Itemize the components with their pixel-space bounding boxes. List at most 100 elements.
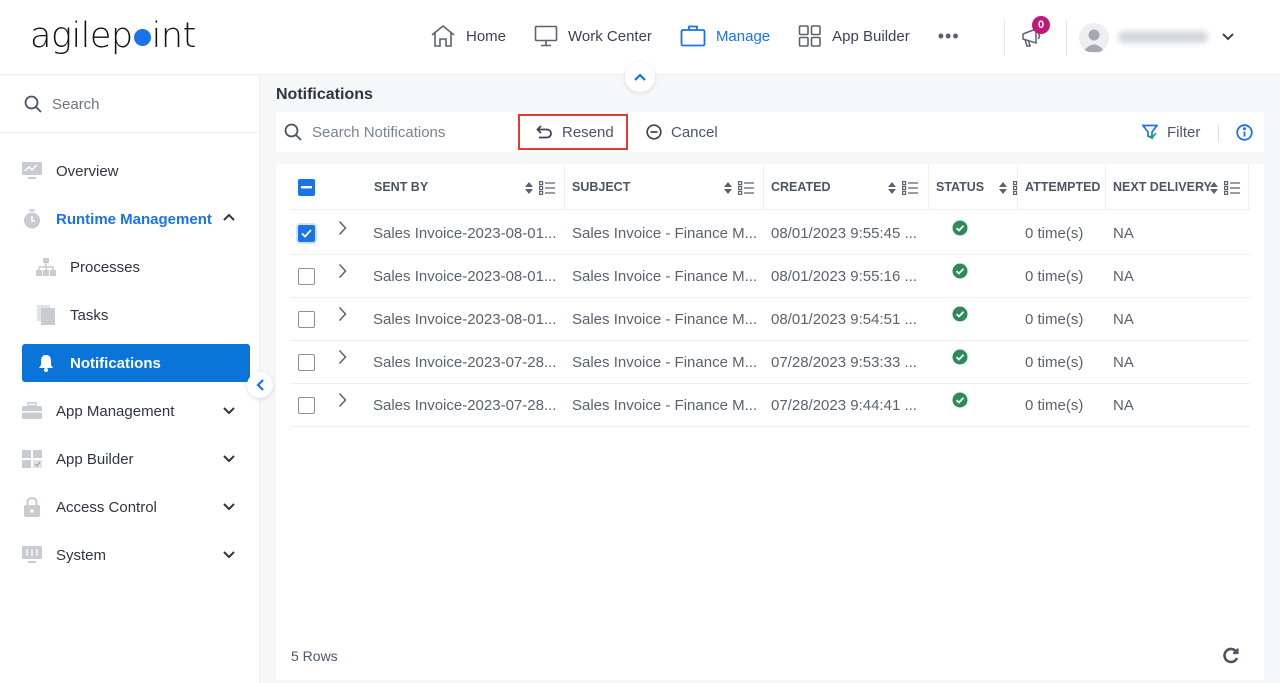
column-header-subject[interactable]: SUBJECT <box>572 164 764 210</box>
status-cell <box>952 335 968 378</box>
select-cell <box>298 212 328 255</box>
search-notifications-input[interactable] <box>312 123 502 141</box>
column-tools <box>724 181 754 195</box>
row-checkbox[interactable] <box>298 397 315 414</box>
success-check-icon <box>952 392 968 407</box>
subject-cell: Sales Invoice - Finance M... <box>572 268 758 285</box>
column-header-created[interactable]: CREATED <box>771 164 928 210</box>
sidebar-item-overview[interactable]: Overview <box>22 152 250 190</box>
search-icon <box>284 123 302 141</box>
row-checkbox[interactable] <box>298 268 315 285</box>
chevron-right-icon <box>338 220 347 235</box>
sidebar-item-system[interactable]: System <box>22 536 250 574</box>
column-header-next-delivery[interactable]: NEXT DELIVERY <box>1113 164 1250 210</box>
column-menu-icon[interactable] <box>1224 181 1240 195</box>
column-tools <box>888 181 918 195</box>
sidebar-item-runtime-management[interactable]: Runtime Management <box>22 200 250 238</box>
table-row[interactable]: Sales Invoice-2023-07-28... Sales Invoice… <box>290 384 1250 427</box>
column-divider[interactable] <box>564 164 565 210</box>
column-menu-icon[interactable] <box>902 181 918 195</box>
column-divider[interactable] <box>1248 164 1249 210</box>
sort-icon[interactable] <box>1210 182 1218 194</box>
sidebar-item-notifications[interactable]: Notifications <box>22 344 250 382</box>
nav-home[interactable]: Home <box>430 24 506 48</box>
select-all-checkbox[interactable] <box>298 178 315 196</box>
sort-icon[interactable] <box>525 182 533 194</box>
expand-row-button[interactable] <box>338 249 358 292</box>
resend-button[interactable]: Resend <box>518 114 628 150</box>
sort-icon[interactable] <box>724 182 732 194</box>
column-label: ATTEMPTED <box>1025 180 1101 194</box>
next-delivery-cell: NA <box>1113 397 1134 414</box>
sidebar-item-app-builder[interactable]: App Builder <box>22 440 250 478</box>
table-row[interactable]: Sales Invoice-2023-07-28... Sales Invoice… <box>290 341 1250 384</box>
sidebar-search[interactable]: Search <box>0 76 259 133</box>
nav-app-builder[interactable]: App Builder <box>798 25 910 47</box>
notification-count-badge: 0 <box>1032 16 1050 34</box>
nav-home-label: Home <box>466 27 507 45</box>
column-divider[interactable] <box>1105 164 1106 210</box>
sidebar-item-access-control[interactable]: Access Control <box>22 488 250 526</box>
nav-manage[interactable]: Manage <box>680 25 770 47</box>
column-header-sent-by[interactable]: SENT BY <box>374 164 565 210</box>
expand-row-button[interactable] <box>338 378 358 421</box>
attempted-cell: 0 time(s) <box>1025 225 1084 242</box>
home-icon <box>431 24 455 47</box>
attempted-cell: 0 time(s) <box>1025 354 1084 371</box>
column-header-attempted[interactable]: ATTEMPTED <box>1025 164 1105 210</box>
sidebar-item-app-management[interactable]: App Management <box>22 392 250 430</box>
more-menu-icon[interactable]: ••• <box>938 26 960 47</box>
announcements-button[interactable]: 0 <box>1020 16 1050 55</box>
logo-text-left: agilep <box>30 16 133 56</box>
cancel-label: Cancel <box>671 123 718 141</box>
cancel-button[interactable]: Cancel <box>646 114 718 150</box>
status-cell <box>952 249 968 292</box>
subject-cell: Sales Invoice - Finance M... <box>572 311 758 328</box>
user-menu-chevron-icon[interactable] <box>1220 30 1236 49</box>
agilepoint-logo[interactable]: agilep int <box>30 16 196 56</box>
column-divider[interactable] <box>763 164 764 210</box>
sidebar-item-label: System <box>56 546 107 564</box>
expand-row-button[interactable] <box>338 292 358 335</box>
nav-work-center[interactable]: Work Center <box>534 25 652 47</box>
stopwatch-icon <box>22 209 42 229</box>
row-checkbox[interactable] <box>298 225 315 242</box>
column-divider[interactable] <box>928 164 929 210</box>
created-cell: 08/01/2023 9:55:16 ... <box>771 268 917 285</box>
refresh-button[interactable] <box>1222 647 1240 670</box>
column-label: STATUS <box>936 180 985 194</box>
sidebar-item-processes[interactable]: Processes <box>22 248 250 286</box>
table-row[interactable]: Sales Invoice-2023-08-01... Sales Invoice… <box>290 298 1250 341</box>
expand-row-button[interactable] <box>338 335 358 378</box>
select-cell <box>298 255 328 298</box>
column-divider[interactable] <box>1017 164 1018 210</box>
sort-icon[interactable] <box>999 182 1007 194</box>
select-cell <box>298 298 328 341</box>
sidebar-item-tasks[interactable]: Tasks <box>22 296 250 334</box>
avatar[interactable] <box>1079 23 1109 53</box>
table-row[interactable]: Sales Invoice-2023-08-01... Sales Invoice… <box>290 212 1250 255</box>
table-row[interactable]: Sales Invoice-2023-08-01... Sales Invoice… <box>290 255 1250 298</box>
sent-by-cell: Sales Invoice-2023-08-01... <box>373 225 557 242</box>
column-menu-icon[interactable] <box>539 181 555 195</box>
row-checkbox[interactable] <box>298 354 315 371</box>
collapse-header-button[interactable] <box>625 62 655 92</box>
created-cell: 08/01/2023 9:55:45 ... <box>771 225 917 242</box>
sidebar-item-label: App Management <box>56 402 175 420</box>
sort-icon[interactable] <box>888 182 896 194</box>
filter-label: Filter <box>1167 123 1201 141</box>
next-delivery-cell: NA <box>1113 354 1134 371</box>
attempted-cell: 0 time(s) <box>1025 311 1084 328</box>
expand-row-button[interactable] <box>338 206 358 249</box>
logo-dot <box>133 29 151 46</box>
filter-button[interactable]: Filter <box>1142 114 1200 150</box>
column-tools <box>1210 181 1240 195</box>
collapse-sidebar-button[interactable] <box>247 372 273 398</box>
column-header-status[interactable]: STATUS <box>936 164 1018 210</box>
row-checkbox[interactable] <box>298 311 315 328</box>
toolbar: Resend Cancel Filter <box>276 112 1264 152</box>
column-menu-icon[interactable] <box>738 181 754 195</box>
info-button[interactable] <box>1236 124 1253 146</box>
chevron-right-icon <box>338 306 347 321</box>
sent-by-cell: Sales Invoice-2023-08-01... <box>373 268 557 285</box>
